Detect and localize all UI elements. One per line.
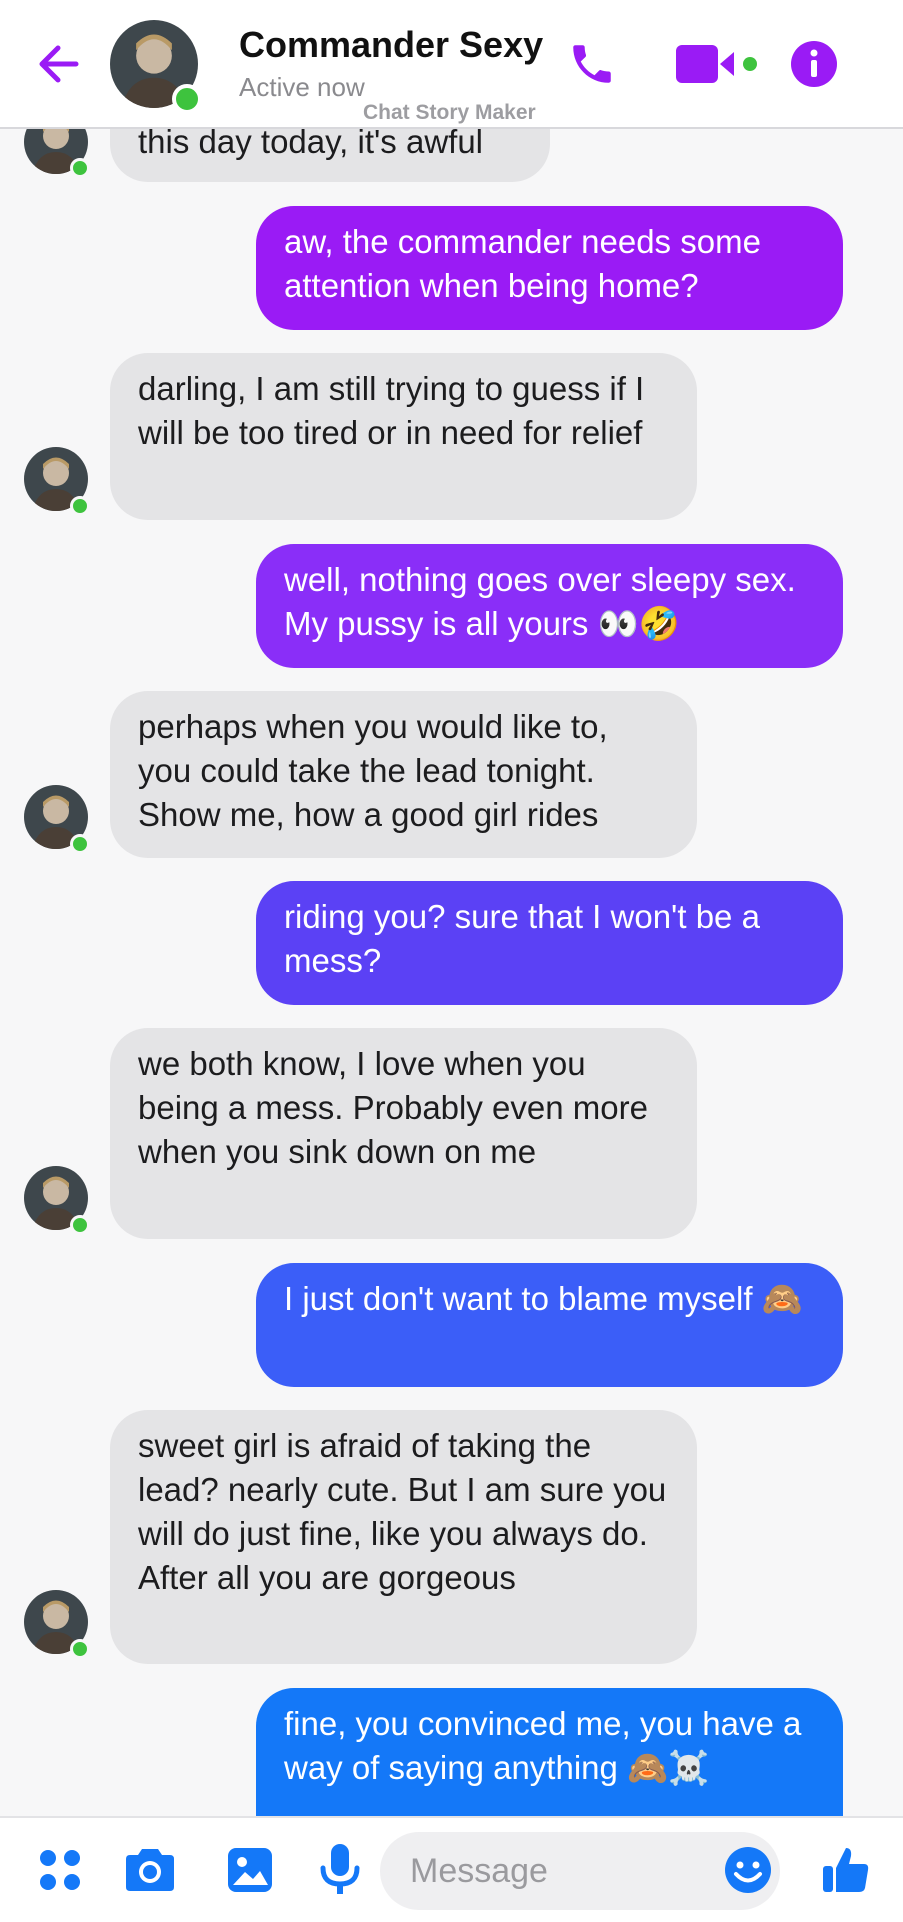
watermark: Chat Story Maker	[363, 101, 536, 124]
camera-icon	[126, 1849, 174, 1891]
outgoing-message[interactable]: I just don't want to blame myself 🙈	[256, 1263, 843, 1387]
incoming-message[interactable]: sweet girl is afraid of taking the lead?…	[110, 1410, 697, 1664]
message-list: this day today, it's awful aw, the comma…	[0, 0, 903, 1816]
video-call-button[interactable]	[670, 32, 760, 96]
chat-header: Commander Sexy Active now Chat Story Mak…	[0, 0, 903, 129]
voice-button[interactable]	[310, 1840, 370, 1900]
online-indicator	[70, 496, 90, 516]
composer-bar	[0, 1816, 903, 1922]
gallery-button[interactable]	[220, 1840, 280, 1900]
thumbs-up-icon	[823, 1848, 869, 1892]
info-button[interactable]	[782, 32, 846, 96]
apps-button[interactable]	[30, 1840, 90, 1900]
camera-button[interactable]	[120, 1840, 180, 1900]
like-button[interactable]	[816, 1840, 876, 1900]
gallery-icon	[228, 1848, 272, 1892]
status-text: Active now	[239, 72, 365, 102]
contact-name[interactable]: Commander Sexy	[239, 24, 543, 66]
online-indicator	[70, 1215, 90, 1235]
back-arrow-icon	[39, 45, 79, 83]
apps-icon	[40, 1850, 80, 1890]
outgoing-message[interactable]: riding you? sure that I won't be a mess?	[256, 881, 843, 1005]
phone-icon	[573, 45, 611, 83]
online-indicator	[70, 1639, 90, 1659]
video-camera-icon	[676, 45, 757, 83]
outgoing-message[interactable]: aw, the commander needs some attention w…	[256, 206, 843, 330]
incoming-message[interactable]: perhaps when you would like to, you coul…	[110, 691, 697, 858]
online-indicator	[70, 158, 90, 178]
outgoing-message[interactable]: well, nothing goes over sleepy sex. My p…	[256, 544, 843, 668]
online-indicator	[172, 84, 202, 114]
incoming-message[interactable]: darling, I am still trying to guess if I…	[110, 353, 697, 520]
emoji-button[interactable]	[718, 1840, 778, 1900]
emoji-icon	[725, 1847, 771, 1893]
back-button[interactable]	[28, 36, 88, 92]
info-icon	[791, 41, 837, 87]
incoming-message[interactable]: we both know, I love when you being a me…	[110, 1028, 697, 1239]
microphone-icon	[320, 1844, 360, 1894]
outgoing-message[interactable]: fine, you convinced me, you have a way o…	[256, 1688, 843, 1816]
online-indicator	[70, 834, 90, 854]
call-button[interactable]	[560, 32, 624, 96]
